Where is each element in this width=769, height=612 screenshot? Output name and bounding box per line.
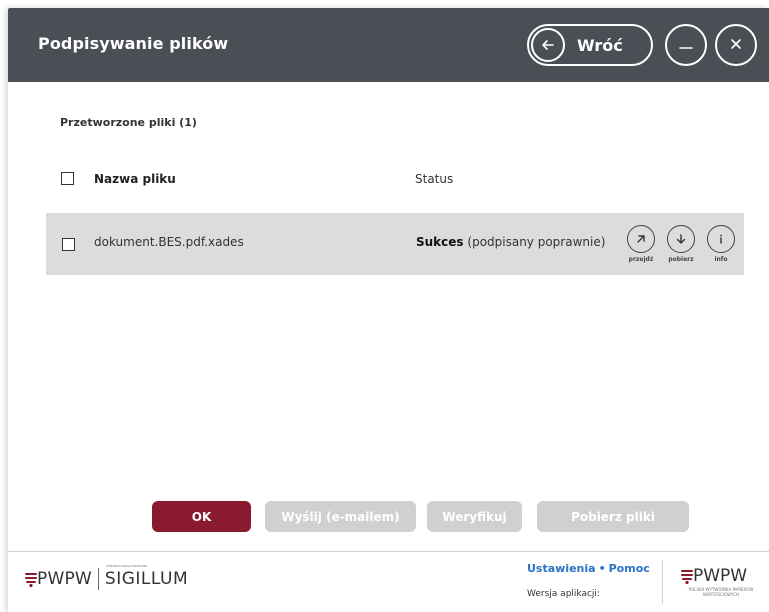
footer-divider bbox=[662, 560, 663, 604]
arrow-up-right-icon bbox=[627, 225, 655, 253]
arrow-left-icon bbox=[531, 28, 565, 62]
info-icon bbox=[707, 225, 735, 253]
row-checkbox[interactable] bbox=[62, 238, 75, 251]
table-row: dokument.BES.pdf.xades Sukces (podpisany… bbox=[46, 213, 744, 275]
pwpw-logo-text: PWPW bbox=[693, 566, 748, 586]
download-files-button[interactable]: Pobierz pliki bbox=[537, 501, 689, 532]
action-download-button[interactable]: pobierz bbox=[663, 225, 699, 263]
pwpw-sigillum-logo: PWPW CENTRUM KWALIFIKOWANE SIGILLUM bbox=[25, 564, 189, 590]
select-all-checkbox[interactable] bbox=[61, 172, 74, 185]
title-bar: Podpisywanie plików Wróć bbox=[8, 8, 769, 82]
action-info-button[interactable]: info bbox=[703, 225, 739, 263]
close-button[interactable] bbox=[715, 24, 757, 66]
link-separator: • bbox=[598, 562, 606, 575]
close-icon bbox=[729, 36, 743, 55]
pwpw-emblem-icon bbox=[681, 570, 693, 585]
pwpw-logo: PWPW POLSKA WYTWÓRNIA PAPIERÓW WARTOŚCIO… bbox=[681, 566, 761, 597]
back-button[interactable]: Wróć bbox=[527, 24, 653, 66]
window-title: Podpisywanie plików bbox=[38, 34, 229, 53]
arrow-down-icon bbox=[667, 225, 695, 253]
back-button-label: Wróć bbox=[577, 35, 623, 55]
column-header-status: Status bbox=[415, 172, 454, 186]
minimize-button[interactable] bbox=[665, 24, 707, 66]
column-header-name: Nazwa pliku bbox=[94, 172, 176, 186]
footer: PWPW CENTRUM KWALIFIKOWANE SIGILLUM Usta… bbox=[8, 551, 769, 612]
help-link[interactable]: Pomoc bbox=[609, 562, 650, 575]
ok-button[interactable]: OK bbox=[152, 501, 251, 532]
signing-window: Podpisywanie plików Wróć Przetworzone pl… bbox=[8, 8, 769, 612]
pwpw-emblem-icon bbox=[25, 573, 37, 588]
action-download-label: pobierz bbox=[668, 256, 694, 263]
minimize-icon bbox=[678, 35, 694, 55]
section-title: Przetworzone pliki (1) bbox=[60, 116, 197, 129]
settings-link[interactable]: Ustawienia bbox=[527, 562, 596, 575]
logo-divider bbox=[97, 568, 99, 590]
sigillum-logo: CENTRUM KWALIFIKOWANE SIGILLUM bbox=[104, 564, 189, 589]
pwpw-logo-text: PWPW bbox=[37, 569, 92, 589]
status-badge: Sukces bbox=[416, 235, 464, 249]
pwpw-subtitle: POLSKA WYTWÓRNIA PAPIERÓW WARTOŚCIOWYCH bbox=[688, 587, 754, 597]
action-go-button[interactable]: przejdź bbox=[623, 225, 659, 263]
sigillum-text: SIGILLUM bbox=[104, 569, 189, 589]
verify-button[interactable]: Weryfikuj bbox=[427, 501, 522, 532]
file-status: Sukces (podpisany poprawnie) bbox=[416, 235, 605, 249]
app-version: Wersja aplikacji: bbox=[527, 589, 600, 599]
file-name: dokument.BES.pdf.xades bbox=[94, 235, 244, 249]
status-detail: (podpisany poprawnie) bbox=[467, 235, 606, 249]
action-info-label: info bbox=[714, 256, 728, 263]
footer-links: Ustawienia • Pomoc bbox=[527, 562, 650, 575]
send-email-button[interactable]: Wyślij (e-mailem) bbox=[265, 501, 416, 532]
action-go-label: przejdź bbox=[628, 256, 654, 263]
sigillum-small-text: CENTRUM KWALIFIKOWANE bbox=[105, 564, 147, 568]
